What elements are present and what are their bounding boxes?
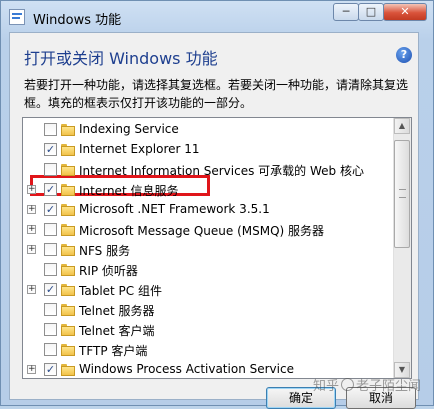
watermark: 知乎 老子陌尘闻 [313, 375, 421, 394]
vertical-scrollbar[interactable]: ▲ ▼ [393, 118, 411, 378]
scroll-up-icon[interactable]: ▲ [394, 118, 410, 134]
feature-label: Microsoft Message Queue (MSMQ) 服务器 [79, 224, 325, 238]
watermark-text-a: 知乎 [313, 379, 340, 394]
expand-icon[interactable]: + [27, 245, 36, 254]
feature-checkbox[interactable]: ✓ [44, 143, 57, 156]
close-button[interactable]: ✕ [383, 3, 427, 21]
expand-icon[interactable]: + [27, 225, 36, 234]
minimize-button[interactable]: ─ [333, 3, 359, 21]
feature-checkbox[interactable]: ✓ [44, 183, 57, 196]
feature-row[interactable]: + Microsoft Message Queue (MSMQ) 服务器 [23, 220, 393, 240]
title-bar[interactable]: Windows 功能 ─ □ ✕ [1, 1, 433, 33]
feature-label: Indexing Service [79, 122, 179, 136]
window-app-icon [9, 9, 25, 25]
feature-row[interactable]: Telnet 客户端 [23, 320, 393, 340]
feature-label: NFS 服务 [79, 244, 131, 258]
feature-checkbox[interactable]: ✓ [44, 203, 57, 216]
dialog-body: 打开或关闭 Windows 功能 ? 若要打开一种功能，请选择其复选框。若要关闭… [9, 32, 419, 409]
help-icon[interactable]: ? [396, 47, 412, 63]
scrollbar-thumb[interactable] [394, 140, 410, 248]
feature-checkbox[interactable] [44, 163, 57, 176]
watermark-icon [341, 378, 355, 391]
folder-icon [61, 324, 75, 336]
feature-checkbox[interactable] [44, 223, 57, 236]
feature-label: Telnet 客户端 [79, 324, 155, 338]
expand-icon[interactable]: + [27, 285, 36, 294]
folder-icon [61, 224, 75, 236]
feature-row[interactable]: RIP 侦听器 [23, 260, 393, 280]
feature-checkbox[interactable]: ✓ [44, 283, 57, 296]
feature-label: Telnet 服务器 [79, 304, 155, 318]
maximize-button[interactable]: □ [358, 3, 384, 21]
folder-icon [61, 264, 75, 276]
folder-icon [61, 184, 75, 196]
feature-checkbox[interactable] [44, 263, 57, 276]
watermark-text-b: 老子陌尘闻 [356, 379, 422, 394]
feature-row[interactable]: + ✓ Internet 信息服务 [23, 180, 393, 200]
feature-checkbox[interactable]: ✓ [44, 363, 57, 376]
expand-icon[interactable]: + [27, 205, 36, 214]
feature-row[interactable]: Telnet 服务器 [23, 300, 393, 320]
folder-icon [61, 364, 75, 376]
expand-icon[interactable]: + [27, 365, 36, 374]
folder-icon [61, 144, 75, 156]
feature-row[interactable]: + ✓ Microsoft .NET Framework 3.5.1 [23, 200, 393, 220]
feature-row[interactable]: TFTP 客户端 [23, 340, 393, 360]
windows-features-window: Windows 功能 ─ □ ✕ 打开或关闭 Windows 功能 ? 若要打开… [0, 0, 434, 409]
feature-label: Internet Information Services 可承载的 Web 核… [79, 164, 364, 178]
feature-checkbox[interactable] [44, 123, 57, 136]
folder-icon [61, 244, 75, 256]
feature-checkbox[interactable] [44, 343, 57, 356]
feature-row[interactable]: Internet Information Services 可承载的 Web 核… [23, 160, 393, 180]
feature-checkbox[interactable] [44, 243, 57, 256]
folder-icon [61, 204, 75, 216]
feature-row[interactable]: ✓ Internet Explorer 11 [23, 140, 393, 160]
folder-icon [61, 284, 75, 296]
feature-checkbox[interactable] [44, 323, 57, 336]
feature-row[interactable]: + NFS 服务 [23, 240, 393, 260]
feature-row[interactable]: + ✓ Tablet PC 组件 [23, 280, 393, 300]
expand-icon[interactable]: + [27, 185, 36, 194]
feature-label: Microsoft .NET Framework 3.5.1 [79, 202, 270, 216]
folder-icon [61, 124, 75, 136]
folder-icon [61, 344, 75, 356]
feature-label: Internet Explorer 11 [79, 142, 200, 156]
folder-icon [61, 304, 75, 316]
feature-checkbox[interactable] [44, 303, 57, 316]
window-title: Windows 功能 [33, 13, 122, 28]
feature-label: RIP 侦听器 [79, 264, 138, 278]
feature-label: TFTP 客户端 [79, 344, 148, 358]
feature-label: Windows Process Activation Service [79, 362, 294, 376]
feature-label: Tablet PC 组件 [79, 284, 162, 298]
folder-icon [61, 164, 75, 176]
instructions-text: 若要打开一种功能，请选择其复选框。若要关闭一种功能，请清除其复选框。填充的框表示… [24, 78, 409, 110]
page-title: 打开或关闭 Windows 功能 [24, 49, 218, 68]
window-controls: ─ □ ✕ [333, 3, 427, 23]
features-tree[interactable]: ▲ ▼ Indexing Service ✓ Internet Explorer 1… [22, 117, 412, 379]
feature-row[interactable]: Indexing Service [23, 120, 393, 140]
feature-label: Internet 信息服务 [79, 184, 179, 198]
